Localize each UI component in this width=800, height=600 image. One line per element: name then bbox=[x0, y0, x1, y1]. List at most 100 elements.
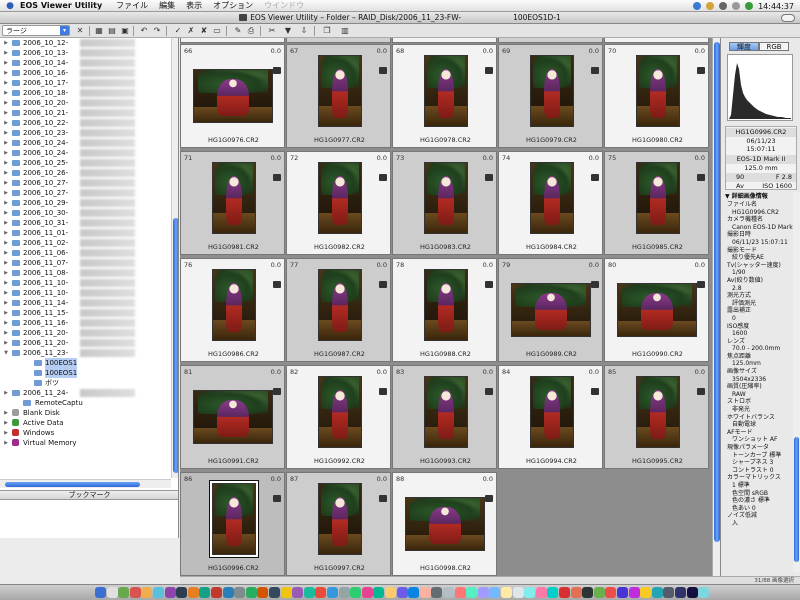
thumbnail-cell[interactable]: 76 0.0 HG1G0986.CR2 bbox=[180, 258, 285, 362]
dock-app-icon[interactable] bbox=[141, 587, 153, 598]
save-icon[interactable]: ▼ bbox=[283, 26, 293, 35]
disclosure-closed-icon[interactable]: ▶ bbox=[2, 198, 10, 208]
sidebar-item-folder[interactable]: ▶ 2006_10_24- bbox=[0, 148, 170, 158]
disclosure-closed-icon[interactable]: ▶ bbox=[2, 168, 10, 178]
disclosure-closed-icon[interactable]: ▶ bbox=[2, 408, 10, 418]
disclosure-closed-icon[interactable]: ▶ bbox=[2, 158, 10, 168]
toolbar-toggle-button[interactable] bbox=[781, 14, 795, 22]
dock-app-icon[interactable] bbox=[95, 587, 106, 598]
sidebar-item-folder[interactable]: ▶ 2006_11_20- bbox=[0, 338, 170, 348]
thumbnail-image[interactable] bbox=[530, 376, 574, 448]
dock-app-icon[interactable] bbox=[106, 587, 118, 598]
dock-app-icon[interactable] bbox=[512, 587, 524, 598]
window-titlebar[interactable]: EOS Viewer Utility – Folder – RAID_Disk/… bbox=[0, 12, 800, 24]
sidebar-item-subfolder[interactable]: ボツ bbox=[0, 378, 170, 388]
menu-window[interactable]: ウインドウ bbox=[264, 0, 304, 11]
sidebar-item-folder[interactable]: ▶ 2006_10_25- bbox=[0, 158, 170, 168]
dock-app-icon[interactable] bbox=[199, 587, 211, 598]
thumbnail-size-select[interactable]: ラージ ▾ bbox=[2, 25, 70, 36]
tab-luminance[interactable]: 輝度 bbox=[729, 42, 759, 51]
thumbnail-cell[interactable]: 73 0.0 HG1G0983.CR2 bbox=[392, 151, 497, 255]
sidebar-item-folder[interactable]: ▶ 2006_10_21- bbox=[0, 108, 170, 118]
sidebar-item-folder[interactable]: ▶ 2006_10_27- bbox=[0, 178, 170, 188]
preview-icon[interactable]: ▣ bbox=[120, 26, 130, 35]
sidebar-item-folder[interactable]: ▶ 2006_10_13- bbox=[0, 48, 170, 58]
scroll-thumb[interactable] bbox=[5, 482, 140, 487]
sidebar-item-folder[interactable]: ▶ 2006_10_14- bbox=[0, 58, 170, 68]
disclosure-closed-icon[interactable]: ▶ bbox=[2, 248, 10, 258]
disclosure-closed-icon[interactable]: ▶ bbox=[2, 138, 10, 148]
dock-app-icon[interactable] bbox=[234, 587, 246, 598]
thumbnail-cell[interactable]: 74 0.0 HG1G0984.CR2 bbox=[498, 151, 603, 255]
dock-app-icon[interactable] bbox=[547, 587, 559, 598]
dock-app-icon[interactable] bbox=[419, 587, 431, 598]
sidebar-item-folder[interactable]: ▶ 2006_10_18- bbox=[0, 88, 170, 98]
bookmark-header[interactable]: ブックマーク bbox=[0, 490, 178, 500]
thumbnail-image[interactable] bbox=[318, 376, 362, 448]
print-icon[interactable]: ⎙ bbox=[246, 26, 256, 35]
dock-app-icon[interactable] bbox=[118, 587, 130, 598]
dock-app-icon[interactable] bbox=[222, 587, 234, 598]
edit-icon[interactable]: ✎ bbox=[233, 26, 243, 35]
dock-app-icon[interactable] bbox=[489, 587, 501, 598]
sidebar-item-folder[interactable]: ▶ 2006_11_10- bbox=[0, 278, 170, 288]
disclosure-closed-icon[interactable]: ▶ bbox=[2, 38, 10, 48]
thumbnail-image[interactable] bbox=[424, 269, 468, 341]
thumbnail-cell[interactable]: 79 0.0 HG1G0989.CR2 bbox=[498, 258, 603, 362]
dock-app-icon[interactable] bbox=[303, 587, 315, 598]
detail-scrollbar[interactable] bbox=[793, 192, 800, 572]
scroll-thumb[interactable] bbox=[794, 437, 799, 562]
dock-app-icon[interactable] bbox=[164, 587, 176, 598]
thumbnail-image[interactable] bbox=[405, 497, 485, 551]
sidebar-item-folder[interactable]: ▶ 2006_10_17- bbox=[0, 78, 170, 88]
thumbnail-cell[interactable]: 66 0.0 HG1G0976.CR2 bbox=[180, 44, 285, 148]
thumbnail-image[interactable] bbox=[636, 55, 680, 127]
thumbnail-image[interactable] bbox=[511, 283, 591, 337]
dock-app-icon[interactable] bbox=[640, 587, 652, 598]
dock-app-icon[interactable] bbox=[385, 587, 396, 598]
sidebar-item-folder[interactable]: ▶ 2006_10_22- bbox=[0, 118, 170, 128]
uncheck-icon[interactable]: ✗ bbox=[186, 26, 196, 35]
dock-app-icon[interactable] bbox=[617, 587, 628, 598]
disclosure-closed-icon[interactable]: ▶ bbox=[2, 78, 10, 88]
sidebar-item-folder[interactable]: ▼ 2006_11_23- bbox=[0, 348, 170, 358]
thumbnail-cell-partial[interactable]: HG1G0974.CR2 bbox=[498, 38, 603, 43]
thumbnail-cell[interactable]: 78 0.0 HG1G0988.CR2 bbox=[392, 258, 497, 362]
dock-app-icon[interactable] bbox=[454, 587, 466, 598]
tab-rgb[interactable]: RGB bbox=[759, 42, 789, 51]
list-view-icon[interactable]: ▤ bbox=[107, 26, 117, 35]
thumbnail-image[interactable] bbox=[318, 55, 362, 127]
dock-app-icon[interactable] bbox=[327, 587, 338, 598]
thumbnail-image[interactable] bbox=[636, 376, 680, 448]
sidebar-item-folder[interactable]: ▶ 2006_10_20- bbox=[0, 98, 170, 108]
dock-app-icon[interactable] bbox=[582, 587, 594, 598]
thumbnail-cell-partial[interactable]: HG1G0975.CR2 bbox=[604, 38, 709, 43]
disclosure-closed-icon[interactable]: ▶ bbox=[2, 338, 10, 348]
app-menu[interactable]: EOS Viewer Utility bbox=[20, 1, 102, 10]
dock-app-icon[interactable] bbox=[651, 587, 663, 598]
disclosure-closed-icon[interactable]: ▶ bbox=[2, 438, 10, 448]
apple-menu-icon[interactable]: ● bbox=[0, 1, 20, 11]
disclosure-closed-icon[interactable]: ▶ bbox=[2, 98, 10, 108]
dock-app-icon[interactable] bbox=[350, 587, 362, 598]
check-icon[interactable]: ✓ bbox=[173, 26, 183, 35]
thumbnail-cell[interactable]: 81 0.0 HG1G0991.CR2 bbox=[180, 365, 285, 469]
disclosure-closed-icon[interactable]: ▶ bbox=[2, 208, 10, 218]
thumbnail-image[interactable] bbox=[212, 269, 256, 341]
sidebar-item-folder[interactable]: ▶ 2006_11_15- bbox=[0, 308, 170, 318]
dock-app-icon[interactable] bbox=[211, 587, 222, 598]
thumbnail-cell[interactable]: 88 0.0 HG1G0998.CR2 bbox=[392, 472, 497, 576]
copy-icon[interactable]: ❐ bbox=[322, 26, 332, 35]
disclosure-closed-icon[interactable]: ▶ bbox=[2, 388, 10, 398]
dock-app-icon[interactable] bbox=[245, 587, 257, 598]
sidebar-vertical-scrollbar[interactable] bbox=[171, 38, 178, 478]
batch-icon[interactable]: ▥ bbox=[340, 26, 350, 35]
disclosure-open-icon[interactable]: ▼ bbox=[2, 348, 10, 358]
sidebar-item-folder[interactable]: ▶ 2006_10_31- bbox=[0, 218, 170, 228]
sidebar-item-folder[interactable]: ▶ 2006_10_29- bbox=[0, 198, 170, 208]
disclosure-closed-icon[interactable]: ▶ bbox=[2, 68, 10, 78]
dock-app-icon[interactable] bbox=[524, 587, 536, 598]
dock-app-icon[interactable] bbox=[257, 587, 269, 598]
sidebar-item-folder[interactable]: ▶ 2006_11_16- bbox=[0, 318, 170, 328]
thumbnail-image[interactable] bbox=[212, 162, 256, 234]
